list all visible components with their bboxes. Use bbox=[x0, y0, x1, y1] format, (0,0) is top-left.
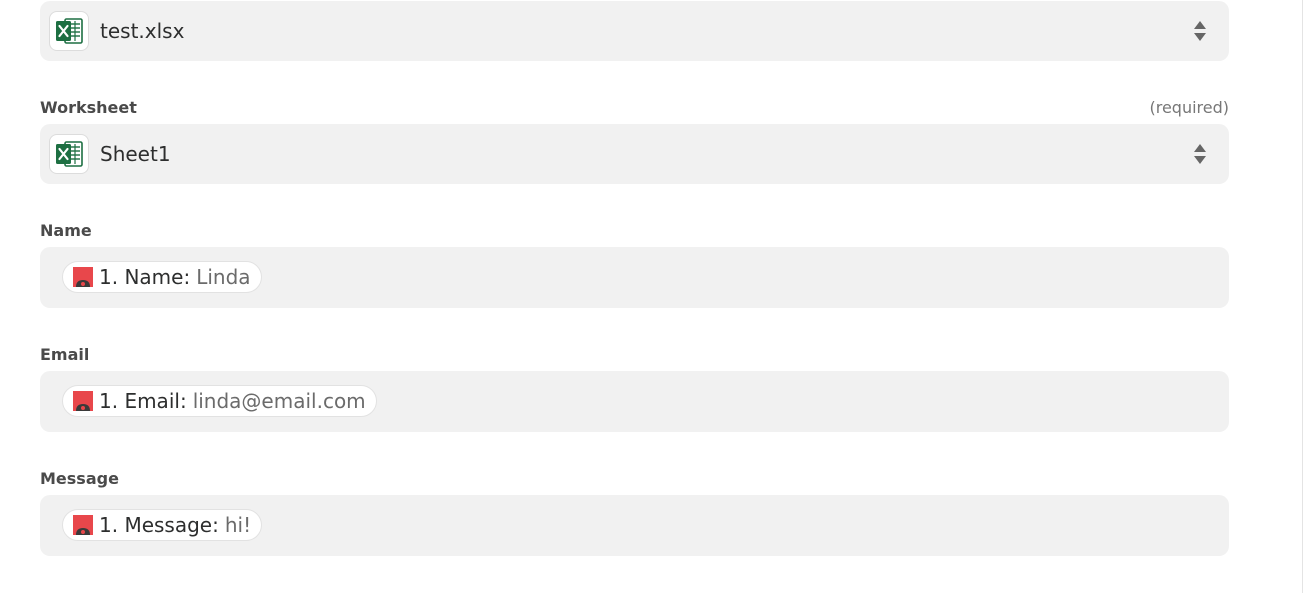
worksheet-field: Worksheet (required) Sheet1 bbox=[40, 97, 1229, 184]
email-token[interactable]: 1. Email: linda@email.com bbox=[62, 385, 377, 417]
page: test.xlsx Worksheet (required) Sheet1 Na… bbox=[0, 0, 1315, 593]
sort-arrows-icon bbox=[1194, 21, 1206, 41]
name-label: Name bbox=[40, 221, 92, 240]
token-key: 1. Name bbox=[99, 265, 184, 289]
message-token[interactable]: 1. Message: hi! bbox=[62, 509, 263, 541]
spreadsheet-value: test.xlsx bbox=[100, 19, 185, 43]
webhook-app-icon bbox=[73, 515, 93, 535]
token-value: linda@email.com bbox=[192, 389, 366, 413]
message-input[interactable]: 1. Message: hi! bbox=[40, 495, 1229, 556]
name-input[interactable]: 1. Name: Linda bbox=[40, 247, 1229, 308]
token-key: 1. Message bbox=[99, 513, 213, 537]
token-separator: : bbox=[212, 513, 219, 537]
token-value: hi! bbox=[224, 513, 252, 537]
worksheet-label: Worksheet bbox=[40, 98, 137, 117]
worksheet-value: Sheet1 bbox=[100, 142, 171, 166]
email-label: Email bbox=[40, 345, 90, 364]
token-separator: : bbox=[183, 265, 191, 289]
email-input[interactable]: 1. Email: linda@email.com bbox=[40, 371, 1229, 432]
name-field: Name 1. Name: Linda bbox=[40, 220, 1229, 308]
excel-icon bbox=[49, 11, 89, 51]
spreadsheet-select[interactable]: test.xlsx bbox=[40, 1, 1229, 61]
name-token[interactable]: 1. Name: Linda bbox=[62, 261, 262, 293]
token-separator: : bbox=[179, 389, 187, 413]
excel-icon bbox=[49, 134, 89, 174]
email-field: Email 1. Email: linda@email.com bbox=[40, 344, 1229, 432]
token-key: 1. Email bbox=[99, 389, 180, 413]
scrollbar-track[interactable] bbox=[1302, 0, 1315, 593]
spreadsheet-field: test.xlsx bbox=[40, 1, 1229, 61]
required-indicator: (required) bbox=[1149, 98, 1229, 117]
message-field: Message 1. Message: hi! bbox=[40, 468, 1229, 556]
webhook-app-icon bbox=[73, 267, 93, 287]
token-value: Linda bbox=[196, 265, 251, 289]
sort-arrows-icon bbox=[1194, 144, 1206, 164]
worksheet-select[interactable]: Sheet1 bbox=[40, 124, 1229, 184]
webhook-app-icon bbox=[73, 391, 93, 411]
message-label: Message bbox=[40, 469, 119, 488]
